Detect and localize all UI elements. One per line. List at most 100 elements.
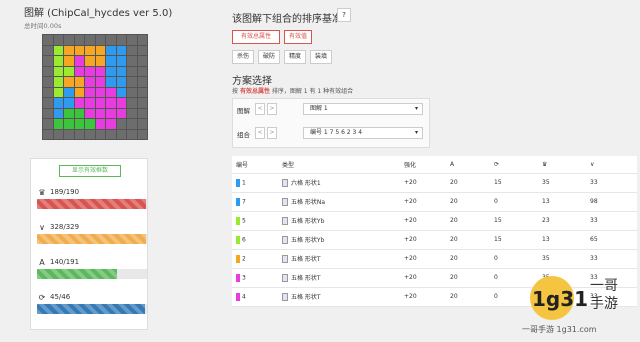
- grid-cell: [127, 108, 137, 118]
- diagram-select[interactable]: 图解 1 ▾: [303, 103, 423, 115]
- show-valid-button[interactable]: 显示有效框数: [59, 165, 121, 177]
- svg-text:一哥手游 1g31.com: 一哥手游 1g31.com: [522, 324, 597, 334]
- chevron-down-icon: ▾: [414, 105, 418, 112]
- grid-cell: [43, 98, 53, 108]
- color-swatch: [236, 292, 240, 301]
- grid-cell: [85, 66, 95, 76]
- shape-icon: [282, 179, 288, 188]
- cell-no: 5: [232, 211, 278, 231]
- sort-damage-button[interactable]: 杀伤: [232, 50, 254, 64]
- grid-cell: [53, 35, 63, 45]
- combo-prev-button[interactable]: <: [255, 127, 265, 139]
- grid-cell: [64, 45, 74, 55]
- grid-cell: [127, 119, 137, 129]
- stat-value: 45/46: [50, 293, 71, 301]
- table-row[interactable]: 6 五格 形状Yb +20 20 15 13 65: [232, 230, 637, 250]
- a-icon: A: [39, 257, 45, 267]
- table-row[interactable]: 5 五格 形状Yb +20 20 15 23 33: [232, 211, 637, 231]
- grid-cell: [64, 66, 74, 76]
- cell-no: 3: [232, 268, 278, 288]
- color-swatch: [236, 197, 240, 206]
- grid-cell: [137, 35, 147, 45]
- stat-bar-fill: [37, 269, 118, 279]
- shape-icon: [282, 255, 288, 264]
- stat-bar-fill: [37, 304, 145, 314]
- cell-crown: 35: [538, 249, 586, 269]
- grid-cell: [95, 35, 105, 45]
- grid-cell: [85, 119, 95, 129]
- cell-a: 20: [446, 173, 490, 193]
- cell-type: 五格 形状T: [278, 249, 400, 269]
- grid-cell: [43, 119, 53, 129]
- sort-accuracy-button[interactable]: 精度: [284, 50, 306, 64]
- cell-a: 20: [446, 249, 490, 269]
- sort-total-button[interactable]: 有效总属性: [232, 30, 280, 44]
- grid-cell: [116, 35, 126, 45]
- col-a: A: [446, 156, 490, 174]
- diagram-next-button[interactable]: >: [267, 103, 277, 115]
- table-row[interactable]: 7 五格 形状Na +20 20 0 13 98: [232, 192, 637, 212]
- grid-cell: [85, 108, 95, 118]
- sort-break-button[interactable]: 破防: [258, 50, 280, 64]
- stat-bar: [37, 199, 147, 209]
- grid-cell: [74, 108, 84, 118]
- grid-cell: [137, 108, 147, 118]
- cell-v: 65: [586, 230, 637, 250]
- cell-v: 33: [586, 173, 637, 193]
- table-row[interactable]: 1 六格 形状1 +20 20 15 35 33: [232, 173, 637, 193]
- cell-refresh: 0: [490, 192, 538, 212]
- grid-cell: [106, 119, 116, 129]
- stat-bar-fill: [37, 199, 146, 209]
- grid-cell: [116, 129, 126, 139]
- combo-label: 组合: [237, 131, 250, 139]
- combo-select[interactable]: 编号 1 7 5 6 2 3 4 ▾: [303, 127, 423, 139]
- cell-no: 6: [232, 230, 278, 250]
- grid-cell: [127, 87, 137, 97]
- sort-title: 该图解下组合的排序基准: [232, 14, 342, 25]
- grid-cell: [53, 98, 63, 108]
- chevron-down-icon: ▾: [414, 129, 418, 136]
- grid-cell: [127, 45, 137, 55]
- shape-icon: [282, 293, 288, 302]
- grid-cell: [106, 45, 116, 55]
- grid-cell: [74, 87, 84, 97]
- col-crown: ♛: [538, 156, 586, 174]
- diagram-prev-button[interactable]: <: [255, 103, 265, 115]
- color-swatch: [236, 216, 240, 225]
- grid-cell: [64, 87, 74, 97]
- grid-cell: [116, 56, 126, 66]
- cell-plus: +20: [400, 249, 446, 269]
- grid-cell: [85, 35, 95, 45]
- sort-value-button[interactable]: 有效值: [284, 30, 312, 44]
- stat-bar-fill: [37, 234, 146, 244]
- table-row[interactable]: 2 五格 形状T +20 20 0 35 33: [232, 249, 637, 269]
- grid-cell: [53, 108, 63, 118]
- grid-cell: [85, 77, 95, 87]
- grid-cell: [127, 77, 137, 87]
- cell-plus: +20: [400, 230, 446, 250]
- grid-cell: [43, 108, 53, 118]
- cell-refresh: 15: [490, 211, 538, 231]
- svg-text:1g31: 1g31: [532, 287, 588, 311]
- col-type: 类型: [278, 156, 400, 174]
- diagram-label: 图解: [237, 107, 250, 115]
- grid-cell: [43, 77, 53, 87]
- plan-section-title: 方案选择: [232, 76, 272, 87]
- sort-reload-button[interactable]: 装填: [310, 50, 332, 64]
- grid-cell: [74, 66, 84, 76]
- shape-icon: [282, 236, 288, 245]
- grid-cell: [53, 87, 63, 97]
- cell-a: 20: [446, 230, 490, 250]
- grid-cell: [53, 129, 63, 139]
- grid-cell: [74, 119, 84, 129]
- grid-cell: [106, 35, 116, 45]
- grid-cell: [74, 129, 84, 139]
- help-button[interactable]: ?: [337, 8, 351, 22]
- grid-cell: [43, 87, 53, 97]
- grid-cell: [95, 77, 105, 87]
- cell-a: 20: [446, 287, 490, 307]
- grid-cell: [64, 108, 74, 118]
- combo-next-button[interactable]: >: [267, 127, 277, 139]
- grid-cell: [106, 98, 116, 108]
- cell-refresh: 0: [490, 249, 538, 269]
